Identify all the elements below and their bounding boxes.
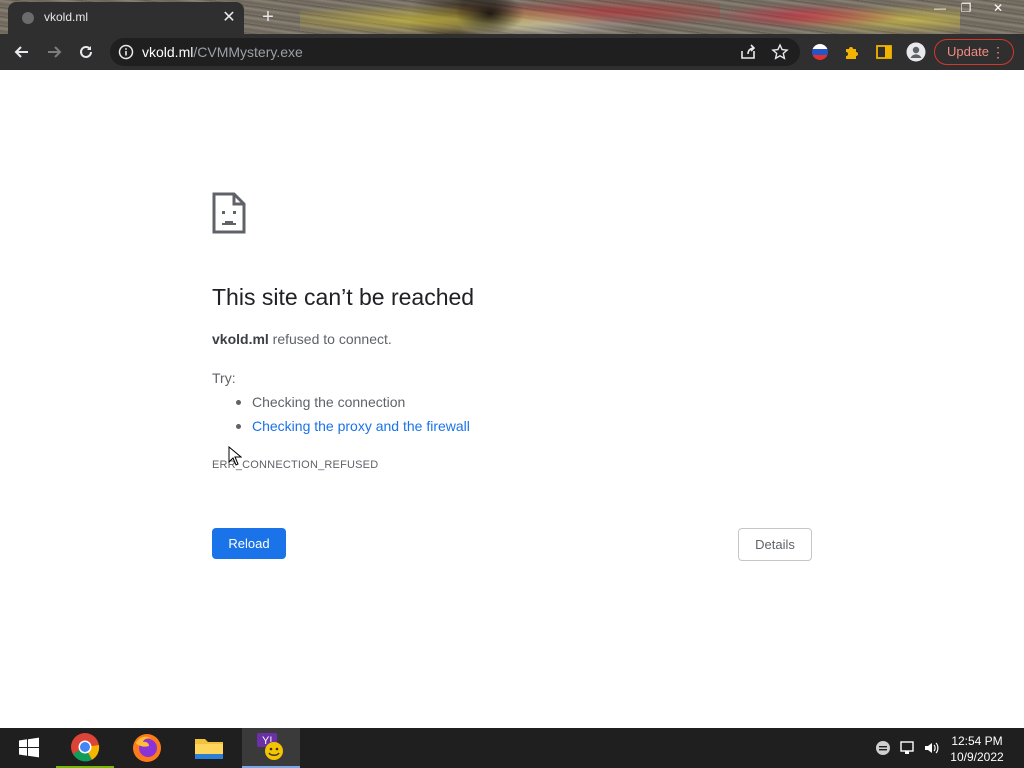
- clock-time[interactable]: 12:54 PM: [944, 734, 1010, 748]
- close-window-button[interactable]: ✕: [984, 0, 1012, 16]
- title-bar: vkold.ml ✕ + — ❐ ✕: [0, 0, 1024, 34]
- error-title: This site can’t be reached: [212, 284, 475, 310]
- browser-toolbar: vkold.ml/CVMMystery.exe Update ⋮: [0, 34, 1024, 70]
- try-label: Try:: [212, 370, 236, 386]
- details-button[interactable]: Details: [738, 528, 812, 561]
- new-tab-button[interactable]: +: [256, 6, 280, 28]
- error-summary: vkold.ml refused to connect.: [212, 331, 392, 347]
- share-icon: [741, 44, 756, 59]
- tab-title: vkold.ml: [44, 10, 89, 24]
- side-panel-icon: [876, 45, 892, 59]
- info-icon[interactable]: [118, 44, 134, 60]
- start-button[interactable]: [0, 728, 58, 768]
- taskbar-firefox[interactable]: [118, 728, 176, 768]
- side-panel-button[interactable]: [872, 40, 896, 64]
- forward-button[interactable]: [42, 40, 66, 64]
- taskbar-file-explorer[interactable]: [180, 728, 238, 768]
- taskbar-yahoo-messenger[interactable]: Y!: [242, 728, 300, 768]
- volume-icon: [925, 742, 939, 754]
- chrome-icon: [71, 733, 100, 762]
- error-page: This site can’t be reached vkold.ml refu…: [0, 70, 1024, 728]
- star-icon: [771, 43, 789, 60]
- notification-icon: [876, 741, 890, 755]
- address-bar[interactable]: vkold.ml/CVMMystery.exe: [110, 38, 800, 66]
- flag-icon: [812, 44, 828, 60]
- firefox-icon: [133, 734, 161, 762]
- profile-button[interactable]: [904, 40, 928, 64]
- taskbar-chrome[interactable]: [56, 728, 114, 768]
- error-summary-text: refused to connect.: [268, 331, 392, 347]
- share-button[interactable]: [736, 40, 760, 64]
- update-label: Update: [947, 44, 989, 59]
- reload-toolbar-button[interactable]: [74, 40, 98, 64]
- back-arrow-icon: [14, 46, 28, 58]
- tray-network[interactable]: [898, 738, 916, 758]
- network-icon: [900, 741, 914, 754]
- browser-tab[interactable]: vkold.ml ✕: [8, 2, 244, 34]
- extension-flag-button[interactable]: [808, 40, 832, 64]
- bookmark-button[interactable]: [768, 40, 792, 64]
- tab-favicon-icon: [22, 12, 34, 24]
- suggestion-text: Checking the connection: [252, 394, 406, 410]
- reload-icon: [80, 45, 92, 58]
- url-path: /CVMMystery.exe: [193, 44, 303, 60]
- url-text: vkold.ml/CVMMystery.exe: [142, 44, 303, 60]
- yahoo-messenger-icon: Y!: [257, 733, 283, 760]
- profile-avatar-icon: [906, 42, 926, 62]
- start-icon: [19, 737, 39, 758]
- sad-page-icon: [212, 192, 246, 234]
- proxy-firewall-link[interactable]: Checking the proxy and the firewall: [252, 418, 470, 434]
- forward-arrow-icon: [48, 46, 62, 58]
- reload-button[interactable]: Reload: [212, 528, 286, 559]
- tray-notification[interactable]: [874, 738, 892, 758]
- puzzle-icon: [846, 47, 858, 59]
- mouse-cursor-icon: [228, 446, 242, 466]
- restore-button[interactable]: ❐: [952, 0, 980, 16]
- extensions-button[interactable]: [840, 40, 864, 64]
- taskbar: Y! 12:54 PM 10/9/2022: [0, 728, 1024, 768]
- menu-dots-icon: ⋮: [991, 44, 1005, 60]
- update-button[interactable]: Update ⋮: [934, 39, 1014, 65]
- tab-close-icon[interactable]: ✕: [220, 9, 238, 27]
- url-host: vkold.ml: [142, 44, 194, 60]
- error-host: vkold.ml: [212, 331, 269, 347]
- minimize-button[interactable]: —: [926, 0, 954, 16]
- back-button[interactable]: [10, 40, 34, 64]
- tray-volume[interactable]: [922, 738, 940, 758]
- clock-date[interactable]: 10/9/2022: [944, 750, 1010, 764]
- file-explorer-icon: [195, 739, 223, 759]
